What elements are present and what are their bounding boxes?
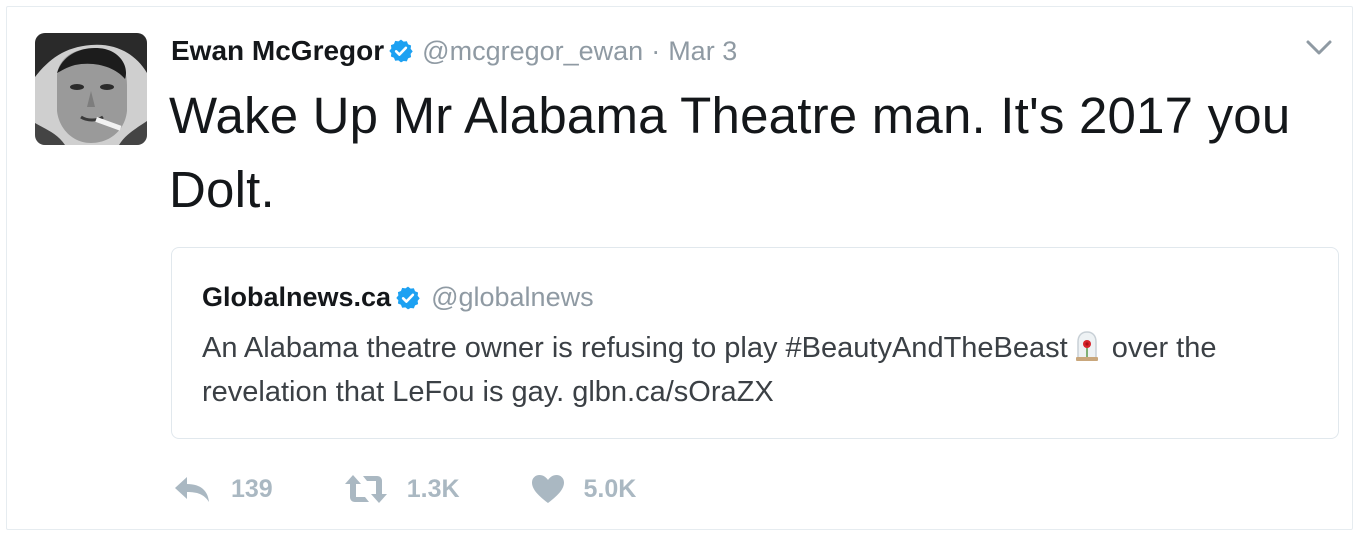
quoted-tweet-text: An Alabama theatre owner is refusing to …	[202, 326, 1322, 414]
tweet-card[interactable]: Ewan McGregor @mcgregor_ewan · Mar 3 Wak…	[6, 6, 1353, 530]
rose-in-bell-jar-icon	[1075, 331, 1098, 361]
quoted-tweet[interactable]: Globalnews.ca @globalnews An Alabama the…	[171, 247, 1339, 439]
reply-button[interactable]: 139	[171, 473, 273, 505]
tweet-text: Wake Up Mr Alabama Theatre man. It's 201…	[169, 87, 1291, 218]
quoted-author-name[interactable]: Globalnews.ca	[202, 282, 391, 313]
quoted-author-handle[interactable]: @globalnews	[431, 282, 594, 313]
chevron-down-icon[interactable]	[1304, 37, 1334, 59]
tweet-header: Ewan McGregor @mcgregor_ewan · Mar 3	[171, 31, 737, 71]
heart-icon	[531, 475, 564, 503]
avatar-photo	[35, 33, 147, 145]
quoted-tweet-header: Globalnews.ca @globalnews	[202, 282, 594, 313]
verified-badge-icon	[396, 286, 420, 309]
avatar[interactable]	[35, 33, 147, 145]
retweet-icon	[344, 475, 387, 503]
author-name[interactable]: Ewan McGregor	[171, 35, 384, 67]
reply-count: 139	[231, 474, 273, 503]
quoted-text-part-1: An Alabama theatre owner is refusing to …	[202, 332, 1068, 364]
like-count: 5.0K	[583, 474, 637, 503]
verified-badge-icon	[389, 39, 413, 63]
timestamp[interactable]: Mar 3	[668, 36, 737, 67]
separator-dot: ·	[651, 35, 661, 66]
reply-icon	[175, 477, 209, 502]
retweet-count: 1.3K	[406, 474, 460, 503]
retweet-button[interactable]: 1.3K	[343, 473, 460, 505]
like-button[interactable]: 5.0K	[530, 473, 637, 505]
tweet-actions: 139 1.3K 5.0K	[171, 469, 706, 509]
author-handle[interactable]: @mcgregor_ewan	[422, 36, 643, 67]
